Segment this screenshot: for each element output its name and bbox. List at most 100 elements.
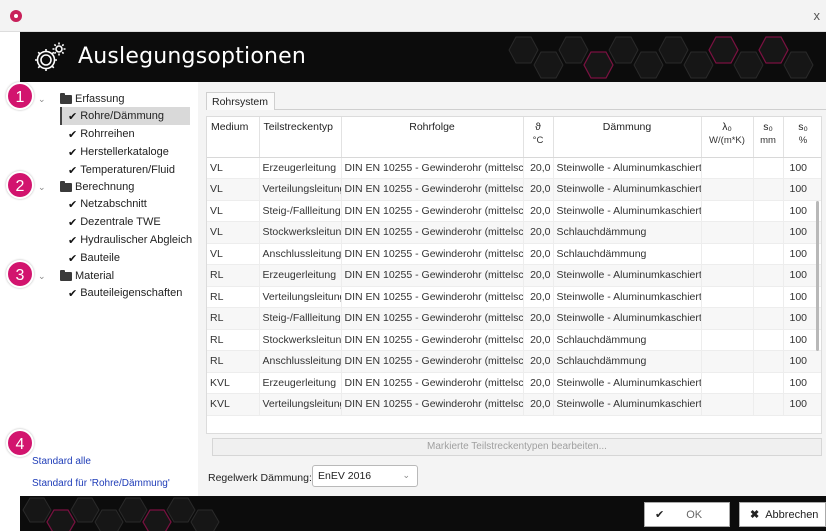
cell-s0[interactable] [753, 221, 784, 244]
sidebar-item-bauteileigenschaften[interactable]: ✔ Bauteileigenschaften [60, 284, 182, 302]
cell-rohrfolge[interactable]: DIN EN 10255 - Gewinderohr (mittelsch [341, 307, 524, 330]
cell-s0-percent[interactable]: 100 [783, 157, 821, 179]
cell-medium[interactable]: RL [207, 350, 260, 373]
tree-group-header[interactable]: Erfassung [60, 91, 190, 107]
sidebar-item-dezentrale-twe[interactable]: ✔ Dezentrale TWE [60, 213, 192, 231]
cell-daemmung[interactable]: Schlauchdämmung [553, 221, 702, 244]
chevron-down-icon[interactable]: ⌄ [38, 271, 46, 282]
cell-theta[interactable]: 20,0 [523, 200, 554, 222]
column-header-s0-percent[interactable]: s₀% [783, 117, 821, 158]
cell-medium[interactable]: RL [207, 264, 260, 287]
cell-lambda[interactable] [701, 243, 754, 265]
cell-medium[interactable]: KVL [207, 393, 260, 416]
cell-teilstreckentyp[interactable]: Stockwerksleitung [259, 329, 342, 351]
table-row[interactable]: RL Anschlussleitung DIN EN 10255 - Gewinde… [207, 350, 821, 373]
cell-medium[interactable]: RL [207, 329, 260, 351]
tree-group-header[interactable]: Berechnung [60, 179, 192, 195]
cell-teilstreckentyp[interactable]: Anschlussleitung [259, 350, 342, 373]
cell-daemmung[interactable]: Schlauchdämmung [553, 350, 702, 373]
cell-theta[interactable]: 20,0 [523, 307, 554, 330]
cell-s0-percent[interactable]: 100 [783, 350, 821, 373]
regelwerk-select[interactable]: EnEV 2016 ⌄ [312, 465, 418, 487]
table-row[interactable]: VL Anschlussleitung DIN EN 10255 - Gewinde… [207, 243, 821, 265]
column-header-s0[interactable]: s₀ mm [753, 117, 784, 158]
cell-teilstreckentyp[interactable]: Steig-/Fallleitung [259, 200, 342, 222]
cell-lambda[interactable] [701, 157, 754, 179]
cell-daemmung[interactable]: Steinwolle - Aluminumkaschiert [553, 157, 702, 179]
column-header-daemmung[interactable]: Dämmung [553, 117, 702, 158]
table-row[interactable]: RL Verteilungsleitung DIN EN 10255 - Gewin… [207, 286, 821, 308]
cell-theta[interactable]: 20,0 [523, 372, 554, 394]
cell-teilstreckentyp[interactable]: Steig-/Fallleitung [259, 307, 342, 330]
cell-medium[interactable]: VL [207, 157, 260, 179]
table-row[interactable]: RL Stockwerksleitung DIN EN 10255 - Gewind… [207, 329, 821, 351]
cell-daemmung[interactable]: Steinwolle - Aluminumkaschiert [553, 264, 702, 287]
cell-rohrfolge[interactable]: DIN EN 10255 - Gewinderohr (mittelsch [341, 221, 524, 244]
cell-medium[interactable]: RL [207, 286, 260, 308]
cell-lambda[interactable] [701, 286, 754, 308]
cell-lambda[interactable] [701, 307, 754, 330]
cell-s0[interactable] [753, 350, 784, 373]
cell-rohrfolge[interactable]: DIN EN 10255 - Gewinderohr (mittelsch [341, 372, 524, 394]
sidebar-item-temperaturen-fluid[interactable]: ✔ Temperaturen/Fluid [60, 161, 190, 179]
cell-rohrfolge[interactable]: DIN EN 10255 - Gewinderohr (mittelsch [341, 157, 524, 179]
cell-s0[interactable] [753, 393, 784, 416]
cell-lambda[interactable] [701, 178, 754, 201]
cell-teilstreckentyp[interactable]: Verteilungsleitung [259, 178, 342, 201]
cell-daemmung[interactable]: Steinwolle - Aluminumkaschiert [553, 286, 702, 308]
cell-s0[interactable] [753, 264, 784, 287]
edit-marked-types-button[interactable]: Markierte Teilstreckentypen bearbeiten..… [212, 438, 822, 456]
cell-teilstreckentyp[interactable]: Erzeugerleitung [259, 372, 342, 394]
cell-lambda[interactable] [701, 329, 754, 351]
cell-theta[interactable]: 20,0 [523, 221, 554, 244]
sidebar-item-rohrreihen[interactable]: ✔ Rohrreihen [60, 125, 190, 143]
table-row[interactable]: KVL Erzeugerleitung DIN EN 10255 - Gewinde… [207, 372, 821, 394]
chevron-down-icon[interactable]: ⌄ [38, 94, 46, 105]
column-header-rohrfolge[interactable]: Rohrfolge [341, 117, 524, 158]
sidebar-item-hydraulischer-abgleich[interactable]: ✔ Hydraulischer Abgleich [60, 231, 192, 249]
cell-lambda[interactable] [701, 350, 754, 373]
table-row[interactable]: RL Erzeugerleitung DIN EN 10255 - Gewinder… [207, 264, 821, 287]
tab-rohrsystem[interactable]: Rohrsystem [206, 92, 276, 110]
cell-teilstreckentyp[interactable]: Verteilungsleitung [259, 286, 342, 308]
cell-medium[interactable]: KVL [207, 372, 260, 394]
cell-daemmung[interactable]: Steinwolle - Aluminumkaschiert [553, 178, 702, 201]
cell-lambda[interactable] [701, 200, 754, 222]
cancel-button[interactable]: ✖ Abbrechen [739, 502, 826, 527]
table-row[interactable]: VL Verteilungsleitung DIN EN 10255 - Gewin… [207, 178, 821, 201]
cell-theta[interactable]: 20,0 [523, 264, 554, 287]
cell-rohrfolge[interactable]: DIN EN 10255 - Gewinderohr (mittelsch [341, 329, 524, 351]
column-header-lambda[interactable]: λ₀ W/(m*K) [701, 117, 754, 158]
cell-s0[interactable] [753, 329, 784, 351]
cell-s0[interactable] [753, 372, 784, 394]
cell-s0-percent[interactable]: 100 [783, 393, 821, 416]
cell-rohrfolge[interactable]: DIN EN 10255 - Gewinderohr (mittelsch [341, 178, 524, 201]
cell-theta[interactable]: 20,0 [523, 286, 554, 308]
cell-theta[interactable]: 20,0 [523, 393, 554, 416]
cell-lambda[interactable] [701, 264, 754, 287]
cell-medium[interactable]: VL [207, 243, 260, 265]
cell-s0[interactable] [753, 307, 784, 330]
table-row[interactable]: VL Steig-/Fallleitung DIN EN 10255 - Gewin… [207, 200, 821, 222]
column-header-theta[interactable]: ϑ °C [523, 117, 554, 158]
cell-rohrfolge[interactable]: DIN EN 10255 - Gewinderohr (mittelsch [341, 393, 524, 416]
table-row[interactable]: KVL Verteilungsleitung DIN EN 10255 - Gewi… [207, 393, 821, 416]
cell-theta[interactable]: 20,0 [523, 329, 554, 351]
close-window-button[interactable]: x [814, 8, 821, 23]
cell-daemmung[interactable]: Schlauchdämmung [553, 329, 702, 351]
cell-teilstreckentyp[interactable]: Anschlussleitung [259, 243, 342, 265]
sidebar-item-rohre-daemmung[interactable]: ✔ Rohre/Dämmung [60, 107, 190, 125]
cell-theta[interactable]: 20,0 [523, 178, 554, 201]
cell-medium[interactable]: VL [207, 221, 260, 244]
cell-teilstreckentyp[interactable]: Erzeugerleitung [259, 264, 342, 287]
cell-s0[interactable] [753, 200, 784, 222]
cell-medium[interactable]: VL [207, 178, 260, 201]
cell-rohrfolge[interactable]: DIN EN 10255 - Gewinderohr (mittelsch [341, 286, 524, 308]
cell-s0-percent[interactable]: 100 [783, 372, 821, 394]
cell-s0[interactable] [753, 178, 784, 201]
vertical-scrollbar[interactable] [816, 201, 819, 351]
cell-teilstreckentyp[interactable]: Verteilungsleitung [259, 393, 342, 416]
table-row[interactable]: VL Erzeugerleitung DIN EN 10255 - Gewinder… [207, 157, 821, 179]
cell-s0[interactable] [753, 157, 784, 179]
table-row[interactable]: VL Stockwerksleitung DIN EN 10255 - Gewind… [207, 221, 821, 244]
